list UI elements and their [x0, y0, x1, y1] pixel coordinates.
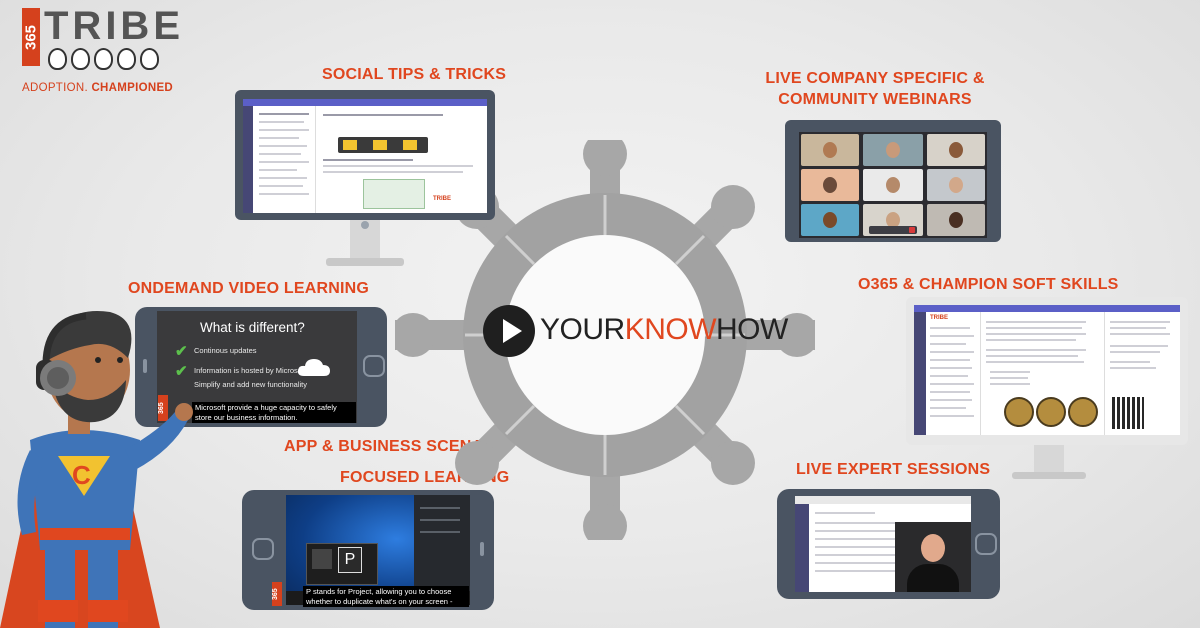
video-call-grid — [799, 132, 987, 238]
badge-icon — [1004, 397, 1034, 427]
monitor-webinars — [785, 120, 1001, 242]
heading-soft-skills: O365 & CHAMPION SOFT SKILLS — [858, 276, 1119, 293]
logo-wordmark: TRIBE — [44, 4, 184, 48]
teams-screen-social: TRIBE — [243, 99, 487, 213]
teams-screen-soft-skills: TRIBE — [914, 305, 1180, 435]
tablet-home-button[interactable] — [252, 538, 274, 560]
expert-screen — [795, 496, 971, 592]
logo-365-block: 365 — [22, 8, 40, 66]
heading-live-company-1: LIVE COMPANY SPECIFIC & — [765, 70, 985, 87]
logo-faces-icon — [48, 48, 159, 70]
key-p: P — [338, 547, 362, 573]
play-button-icon[interactable] — [483, 305, 535, 357]
cloud-icon — [296, 356, 332, 383]
mascot-superhero — [0, 311, 193, 628]
tablet-live-expert — [777, 489, 1000, 599]
tablet-home-button[interactable] — [975, 533, 997, 555]
center-brand-text: YOURKNOWHOW — [540, 313, 788, 346]
monitor-social-tips: TRIBE — [235, 90, 495, 220]
tablet-home-button[interactable] — [363, 355, 385, 377]
heading-live-company-2: COMMUNITY WEBINARS — [778, 91, 972, 108]
heading-social-tips: SOCIAL TIPS & TRICKS — [322, 66, 507, 83]
monitor-soft-skills: TRIBE — [906, 297, 1188, 445]
business-caption: P stands for Project, allowing you to ch… — [303, 586, 469, 607]
heading-live-expert: LIVE EXPERT SESSIONS — [796, 461, 991, 478]
logo-tagline: ADOPTION. CHAMPIONED — [22, 82, 174, 94]
mascot-chest-letter: C — [72, 460, 91, 490]
badge-icon — [1036, 397, 1066, 427]
badge-icon — [1068, 397, 1098, 427]
qr-code-icon — [1112, 397, 1144, 429]
brand-365-tag: 365 — [272, 582, 282, 606]
heading-ondemand: ONDEMAND VIDEO LEARNING — [128, 280, 370, 297]
